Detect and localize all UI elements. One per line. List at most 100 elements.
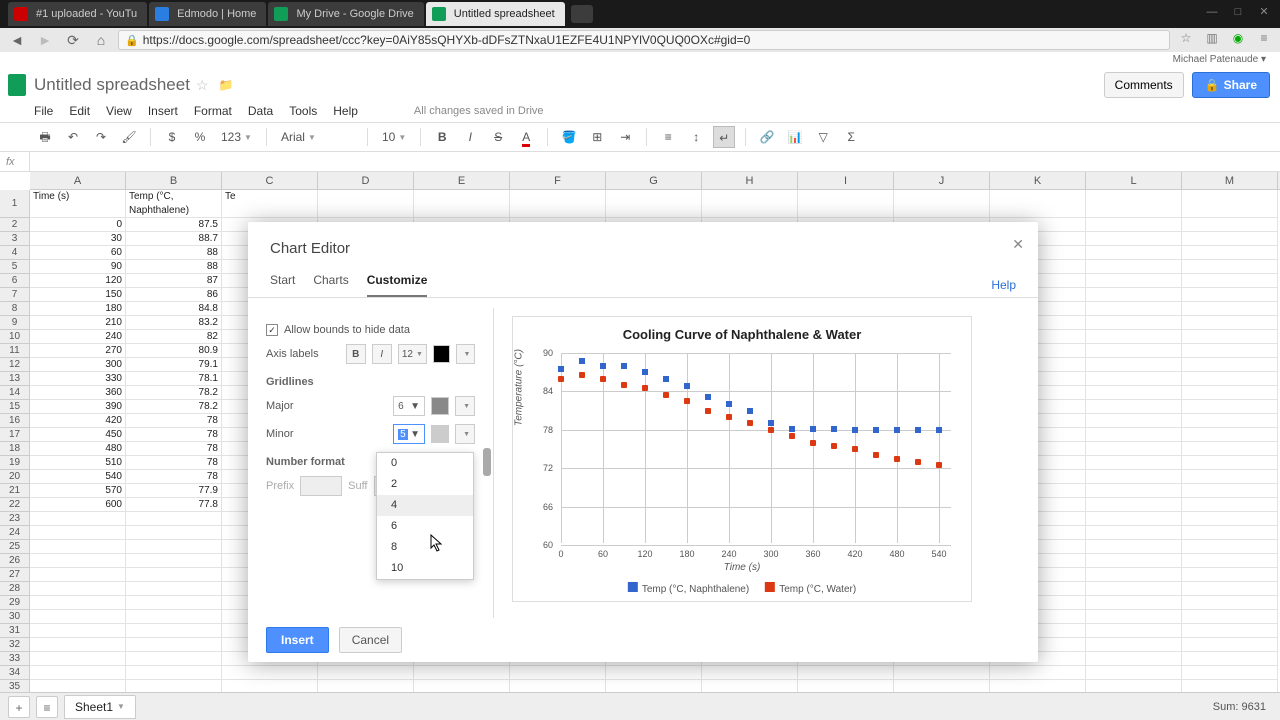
cell[interactable]: 270 xyxy=(30,344,126,358)
cell[interactable] xyxy=(1182,330,1278,344)
cell[interactable]: 600 xyxy=(30,498,126,512)
column-header[interactable]: K xyxy=(990,172,1086,189)
cell[interactable]: 420 xyxy=(30,414,126,428)
cell[interactable]: 330 xyxy=(30,372,126,386)
add-sheet-button[interactable]: + xyxy=(8,696,30,718)
text-color-button[interactable]: A xyxy=(515,126,537,148)
cell[interactable]: 510 xyxy=(30,456,126,470)
cell[interactable] xyxy=(1182,260,1278,274)
merge-button[interactable]: ⇥ xyxy=(614,126,636,148)
column-header[interactable]: J xyxy=(894,172,990,189)
cell[interactable] xyxy=(1182,274,1278,288)
cell[interactable]: 88 xyxy=(126,246,222,260)
menu-item[interactable]: 0 xyxy=(377,453,473,474)
cell[interactable]: 210 xyxy=(30,316,126,330)
cell[interactable]: 30 xyxy=(30,232,126,246)
cell[interactable] xyxy=(1086,386,1182,400)
row-header[interactable]: 10 xyxy=(0,330,29,344)
row-header[interactable]: 8 xyxy=(0,302,29,316)
strike-button[interactable]: S xyxy=(487,126,509,148)
cell[interactable]: 87.5 xyxy=(126,218,222,232)
cell[interactable]: 180 xyxy=(30,302,126,316)
cell[interactable]: 78.1 xyxy=(126,372,222,386)
panel-scrollbar[interactable] xyxy=(483,308,491,618)
cell[interactable] xyxy=(1086,358,1182,372)
print-button[interactable]: 🖶 xyxy=(34,126,56,148)
cell[interactable] xyxy=(1086,442,1182,456)
menu-file[interactable]: File xyxy=(34,104,53,118)
cell[interactable] xyxy=(1086,218,1182,232)
cell[interactable]: 78.2 xyxy=(126,400,222,414)
star-icon[interactable]: ☆ xyxy=(196,77,209,94)
row-header[interactable]: 12 xyxy=(0,358,29,372)
column-header[interactable]: A xyxy=(30,172,126,189)
allow-bounds-checkbox[interactable]: ✓ xyxy=(266,324,278,336)
cell[interactable] xyxy=(1086,372,1182,386)
font-select[interactable]: Arial▼ xyxy=(277,130,357,144)
cell[interactable] xyxy=(1086,498,1182,512)
cell[interactable]: 120 xyxy=(30,274,126,288)
row-header[interactable]: 19 xyxy=(0,456,29,470)
star-icon[interactable]: ☆ xyxy=(1176,31,1196,49)
cell[interactable]: 77.8 xyxy=(126,498,222,512)
cell[interactable] xyxy=(1182,288,1278,302)
column-header[interactable]: D xyxy=(318,172,414,189)
row-header[interactable]: 2 xyxy=(0,218,29,232)
cell[interactable]: 78 xyxy=(126,442,222,456)
cell[interactable] xyxy=(1182,316,1278,330)
comments-button[interactable]: Comments xyxy=(1104,72,1184,98)
menu-item[interactable]: 4 xyxy=(377,495,473,516)
cell[interactable] xyxy=(1182,470,1278,484)
cell[interactable] xyxy=(1086,330,1182,344)
tab-charts[interactable]: Charts xyxy=(313,267,348,297)
extension-icon[interactable]: ◉ xyxy=(1228,31,1248,49)
cell[interactable]: 83.2 xyxy=(126,316,222,330)
wrap-button[interactable]: ↵ xyxy=(713,126,735,148)
cell[interactable] xyxy=(1086,288,1182,302)
cell[interactable] xyxy=(1086,246,1182,260)
row-header[interactable]: 3 xyxy=(0,232,29,246)
menu-icon[interactable]: ≡ xyxy=(1254,31,1274,49)
cell[interactable]: Temp (°C, Naphthalene) xyxy=(126,190,222,218)
menu-data[interactable]: Data xyxy=(248,104,273,118)
cell[interactable] xyxy=(1086,470,1182,484)
cell[interactable] xyxy=(1086,302,1182,316)
cell[interactable]: 77.9 xyxy=(126,484,222,498)
prefix-input[interactable] xyxy=(300,476,342,496)
undo-button[interactable]: ↶ xyxy=(62,126,84,148)
cell[interactable] xyxy=(1086,260,1182,274)
cell[interactable] xyxy=(1182,386,1278,400)
bold-button[interactable]: B xyxy=(346,344,366,364)
column-header[interactable]: I xyxy=(798,172,894,189)
fill-color-button[interactable]: 🪣 xyxy=(558,126,580,148)
menu-item[interactable]: 6 xyxy=(377,516,473,537)
filter-button[interactable]: ▽ xyxy=(812,126,834,148)
cell[interactable] xyxy=(1086,400,1182,414)
halign-button[interactable]: ≡ xyxy=(657,126,679,148)
row-header[interactable]: 4 xyxy=(0,246,29,260)
browser-tab[interactable]: Edmodo | Home xyxy=(149,2,266,26)
sheet-tab[interactable]: Sheet1▼ xyxy=(64,695,136,719)
axis-font-size-select[interactable]: 12▼ xyxy=(398,344,427,364)
axis-color-menu[interactable]: ▼ xyxy=(456,344,475,364)
menu-help[interactable]: Help xyxy=(333,104,358,118)
format-percent[interactable]: % xyxy=(189,126,211,148)
paint-format-button[interactable]: 🖌 xyxy=(118,126,140,148)
close-icon[interactable]: ✕ xyxy=(1012,236,1024,253)
menu-tools[interactable]: Tools xyxy=(289,104,317,118)
italic-button[interactable]: I xyxy=(459,126,481,148)
doc-title[interactable]: Untitled spreadsheet xyxy=(34,75,190,95)
cell[interactable]: 480 xyxy=(30,442,126,456)
cell[interactable]: 86 xyxy=(126,288,222,302)
browser-tab[interactable]: My Drive - Google Drive xyxy=(268,2,423,26)
cell[interactable] xyxy=(1182,484,1278,498)
insert-button[interactable]: Insert xyxy=(266,627,329,653)
cell[interactable] xyxy=(1182,400,1278,414)
row-header[interactable]: 7 xyxy=(0,288,29,302)
cell[interactable] xyxy=(1182,218,1278,232)
cell[interactable]: 82 xyxy=(126,330,222,344)
cell[interactable]: 78 xyxy=(126,470,222,484)
folder-icon[interactable]: 📁 xyxy=(219,78,234,92)
cell[interactable] xyxy=(1182,414,1278,428)
cell[interactable]: 240 xyxy=(30,330,126,344)
